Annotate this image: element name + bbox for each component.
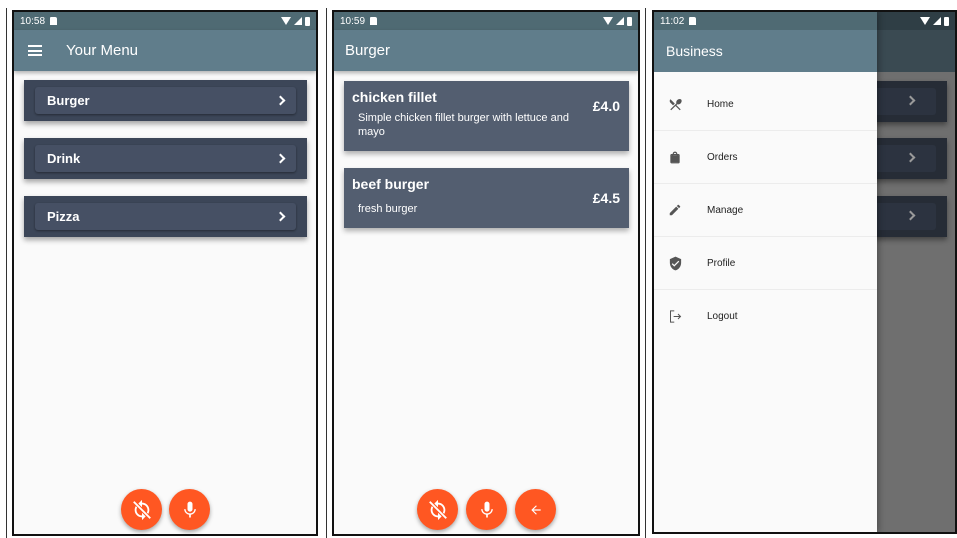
food-name: beef burger <box>352 176 430 192</box>
drawer-item-orders[interactable]: Orders <box>654 131 877 184</box>
food-item-card[interactable]: chicken fillet Simple chicken fillet bur… <box>344 81 629 151</box>
sync-disabled-icon <box>132 499 151 520</box>
app-bar: Your Menu <box>14 30 316 71</box>
back-button[interactable] <box>515 489 556 530</box>
app-bar: Burger <box>334 30 638 71</box>
menu-icon[interactable] <box>28 45 42 56</box>
pencil-icon <box>667 202 683 218</box>
frame-divider <box>6 8 7 538</box>
microphone-button[interactable] <box>169 489 210 530</box>
drawer-item-logout[interactable]: Logout <box>654 290 877 343</box>
phone-screen-drawer: 11:02 11:02 B <box>652 10 957 534</box>
phone-screen-burger: 10:59 Burger chicken fillet Simple chick… <box>332 10 640 536</box>
chevron-right-icon <box>275 153 286 164</box>
frame-divider <box>645 8 646 538</box>
drawer-header: Business <box>654 30 877 72</box>
chevron-right-icon <box>905 210 916 221</box>
drawer-item-home[interactable]: Home <box>654 78 877 131</box>
food-price: £4.0 <box>592 98 620 114</box>
sd-card-icon <box>50 17 58 25</box>
drawer-item-label: Manage <box>707 204 744 216</box>
drawer-item-profile[interactable]: Profile <box>654 237 877 290</box>
sync-disabled-icon <box>428 499 447 520</box>
sd-card-icon <box>689 17 697 25</box>
status-time: 11:02 <box>660 15 685 27</box>
shopping-bag-icon <box>667 149 683 165</box>
category-label: Burger <box>47 93 90 108</box>
sync-disabled-button[interactable] <box>417 489 458 530</box>
category-card-pizza[interactable]: Pizza <box>24 196 307 237</box>
page-title: Your Menu <box>66 42 138 59</box>
category-button[interactable]: Drink <box>35 145 296 172</box>
signal-icon <box>616 17 624 25</box>
drawer-item-label: Logout <box>707 311 738 322</box>
drawer-item-manage[interactable]: Manage <box>654 184 877 237</box>
status-bar: 10:58 <box>14 12 316 30</box>
signal-icon <box>933 17 941 25</box>
food-item-card[interactable]: beef burger fresh burger £4.5 <box>344 168 629 228</box>
page-title: Burger <box>345 42 391 59</box>
drawer-item-label: Orders <box>707 151 738 163</box>
food-price: £4.5 <box>592 190 620 206</box>
arrow-left-icon <box>530 504 541 515</box>
category-card-drink[interactable]: Drink <box>24 138 307 179</box>
category-button <box>874 145 936 172</box>
logout-icon <box>667 309 683 325</box>
status-time: 10:58 <box>20 15 46 27</box>
status-bar: 11:02 <box>654 12 877 30</box>
category-label: Drink <box>47 151 81 166</box>
status-bar: 10:59 <box>334 12 638 30</box>
utensils-icon <box>667 96 683 112</box>
status-time: 10:59 <box>340 15 366 27</box>
signal-icon <box>294 17 302 25</box>
battery-icon <box>305 16 310 26</box>
frame-divider <box>326 8 327 538</box>
microphone-icon <box>183 501 196 517</box>
drawer-item-label: Profile <box>707 257 736 269</box>
drawer-title: Business <box>666 43 723 59</box>
category-button[interactable]: Burger <box>35 87 296 114</box>
wifi-icon <box>281 17 291 25</box>
wifi-icon <box>603 17 613 25</box>
chevron-right-icon <box>275 95 286 106</box>
navigation-drawer: 11:02 Business Home Orders Manage Profil… <box>654 12 877 532</box>
category-button[interactable]: Pizza <box>35 203 296 230</box>
microphone-icon <box>480 501 493 517</box>
food-description: fresh burger <box>358 203 418 215</box>
phone-screen-menu: 10:58 Your Menu Burger Drink Pizza <box>12 10 318 536</box>
food-name: chicken fillet <box>352 89 437 105</box>
battery-icon <box>627 16 632 26</box>
battery-icon <box>944 16 949 26</box>
chevron-right-icon <box>275 211 286 222</box>
shield-check-icon <box>667 255 683 271</box>
sd-card-icon <box>370 17 378 25</box>
category-label: Pizza <box>47 209 80 224</box>
category-card-burger[interactable]: Burger <box>24 80 307 121</box>
food-description: Simple chicken fillet burger with lettuc… <box>358 112 569 138</box>
microphone-button[interactable] <box>466 489 507 530</box>
chevron-right-icon <box>905 152 916 163</box>
drawer-item-label: Home <box>707 98 734 110</box>
wifi-icon <box>920 17 930 25</box>
sync-disabled-button[interactable] <box>121 489 162 530</box>
chevron-right-icon <box>905 95 916 106</box>
category-button <box>874 88 936 115</box>
category-button <box>874 203 936 230</box>
